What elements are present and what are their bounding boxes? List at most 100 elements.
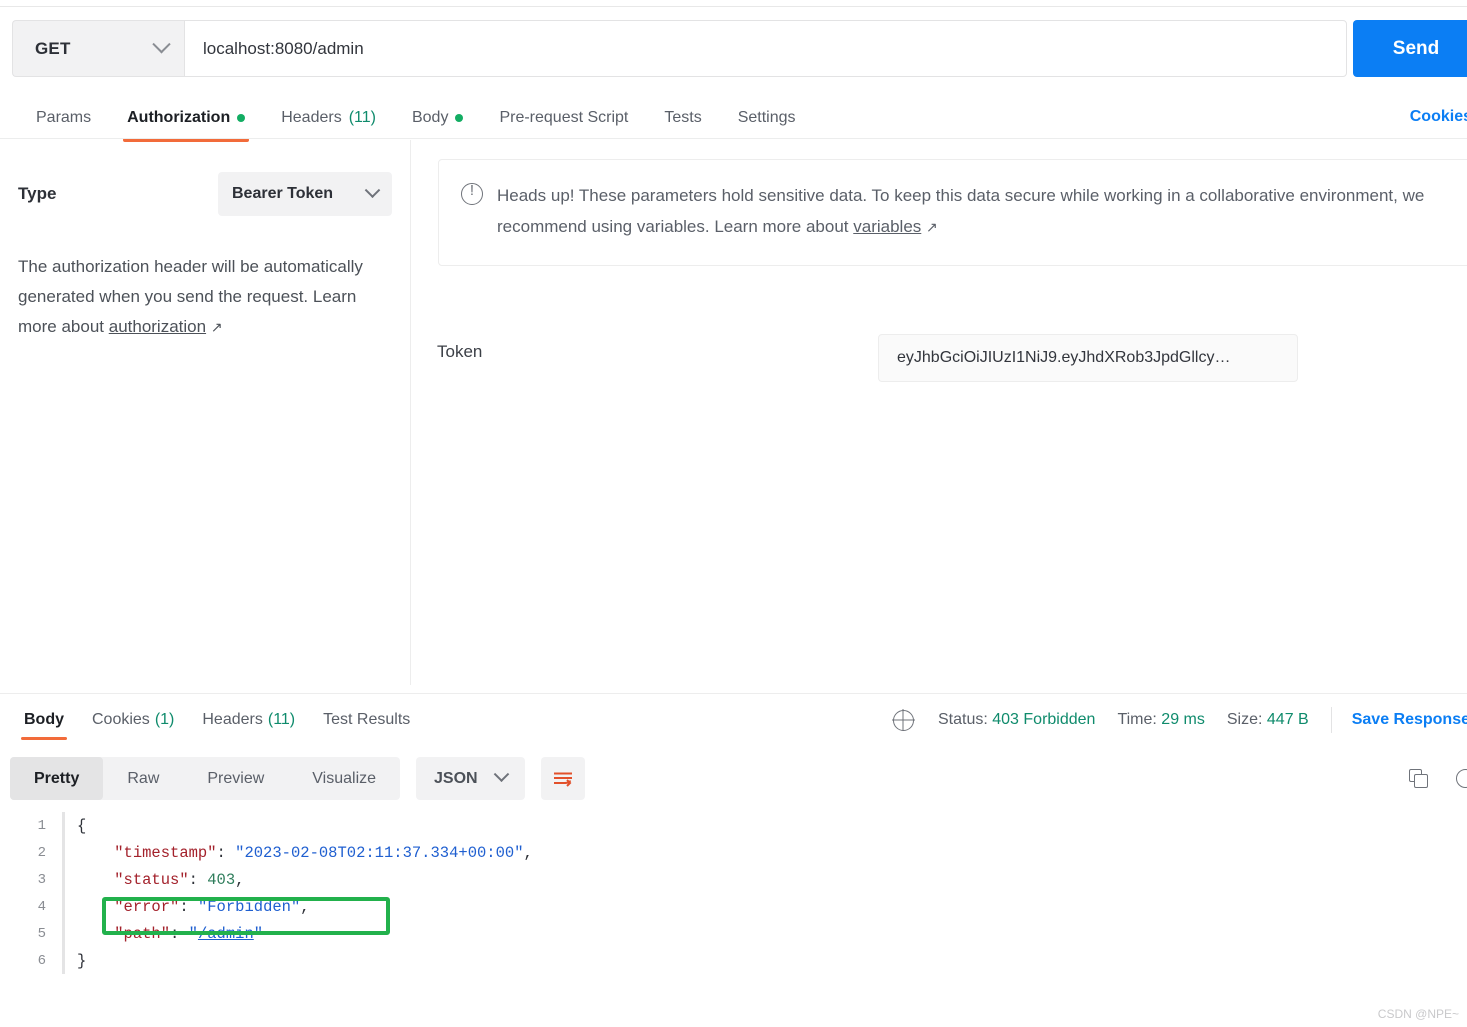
- authorization-docs-link[interactable]: authorization: [109, 317, 206, 336]
- time-value: 29 ms: [1161, 711, 1205, 728]
- request-tabs-divider: [0, 138, 1467, 139]
- line-number: 5: [37, 925, 46, 942]
- tab-tests-label: Tests: [664, 109, 702, 126]
- chevron-down-icon: [493, 766, 509, 783]
- auth-description: The authorization header will be automat…: [18, 252, 392, 342]
- body-view-toolbar: Pretty Raw Preview Visualize JSON: [10, 757, 585, 800]
- modified-dot-icon: [455, 114, 464, 122]
- tab-authorization-label: Authorization: [127, 109, 231, 126]
- globe-icon: [892, 709, 914, 731]
- time-badge: Time: 29 ms: [1117, 711, 1204, 729]
- code-line: 4 "error": "Forbidden",: [0, 893, 1467, 920]
- authorization-right-pane: Heads up! These parameters hold sensitiv…: [410, 140, 1467, 685]
- external-link-icon: ↗: [210, 319, 223, 335]
- body-view-segmented-control: Pretty Raw Preview Visualize: [10, 757, 401, 800]
- line-number: 2: [37, 844, 46, 861]
- http-method-value: GET: [35, 38, 71, 58]
- token-label: Token: [437, 342, 483, 361]
- code-text: }: [77, 951, 87, 970]
- tab-pre-request-script[interactable]: Pre-request Script: [481, 96, 646, 140]
- response-tab-cookies-count: (1): [154, 711, 175, 728]
- url-bar: GET localhost:8080/admin: [12, 20, 1347, 77]
- sensitive-data-notice: Heads up! These parameters hold sensitiv…: [438, 159, 1467, 266]
- notice-text: Heads up! These parameters hold sensitiv…: [497, 180, 1467, 243]
- response-tab-body[interactable]: Body: [10, 694, 78, 746]
- chevron-down-icon: [152, 35, 171, 54]
- tab-headers[interactable]: Headers (11): [263, 96, 394, 140]
- body-view-preview[interactable]: Preview: [183, 757, 288, 800]
- watermark: CSDN @NPE~: [1377, 1007, 1459, 1021]
- line-number: 6: [37, 952, 46, 969]
- response-meta: Status: 403 Forbidden Time: 29 ms Size: …: [892, 694, 1467, 746]
- tab-pre-request-script-label: Pre-request Script: [499, 109, 629, 126]
- wrap-lines-icon: [553, 772, 572, 787]
- response-tab-headers[interactable]: Headers (11): [188, 694, 309, 746]
- postman-window: GET localhost:8080/admin Send Params Aut…: [0, 0, 1467, 1027]
- tab-body-label: Body: [411, 109, 449, 126]
- token-input[interactable]: eyJhbGciOiJIUzI1NiJ9.eyJhdXRob3JpdGllcy…: [878, 334, 1298, 382]
- body-view-visualize[interactable]: Visualize: [288, 757, 400, 800]
- copy-icon[interactable]: [1409, 769, 1428, 788]
- response-tab-cookies[interactable]: Cookies (1): [78, 694, 188, 746]
- request-tabs: Params Authorization Headers (11) Body P…: [0, 96, 1467, 142]
- tab-body[interactable]: Body: [394, 96, 481, 140]
- tab-tests[interactable]: Tests: [646, 96, 719, 140]
- send-button[interactable]: Send: [1353, 20, 1467, 77]
- code-line: 2 "timestamp": "2023-02-08T02:11:37.334+…: [0, 839, 1467, 866]
- response-body-code[interactable]: 1{2 "timestamp": "2023-02-08T02:11:37.33…: [0, 812, 1467, 992]
- tab-settings[interactable]: Settings: [720, 96, 814, 140]
- cookies-link[interactable]: Cookies: [1410, 108, 1467, 126]
- tab-params[interactable]: Params: [18, 96, 109, 140]
- token-row: Token eyJhbGciOiJIUzI1NiJ9.eyJhdXRob3Jpd…: [428, 334, 1467, 382]
- variables-docs-link[interactable]: variables: [853, 217, 921, 236]
- code-text: "path": "/admin": [114, 924, 264, 943]
- response-tab-test-results-label: Test Results: [323, 711, 411, 728]
- authorization-left-pane: Type Bearer Token The authorization head…: [0, 140, 410, 685]
- auth-type-select[interactable]: Bearer Token: [218, 172, 392, 216]
- tab-authorization[interactable]: Authorization: [109, 96, 263, 142]
- modified-dot-icon: [237, 114, 246, 122]
- response-tab-test-results[interactable]: Test Results: [309, 694, 424, 746]
- size-label: Size:: [1226, 711, 1263, 728]
- time-label: Time:: [1117, 711, 1157, 728]
- size-value: 447 B: [1266, 711, 1309, 728]
- line-number: 1: [37, 817, 46, 834]
- http-method-select[interactable]: GET: [12, 20, 184, 77]
- token-value: eyJhbGciOiJIUzI1NiJ9.eyJhdXRob3JpdGllcy…: [897, 349, 1231, 366]
- response-tab-body-label: Body: [24, 711, 64, 728]
- search-icon[interactable]: [1456, 769, 1467, 788]
- tab-settings-label: Settings: [737, 109, 796, 126]
- chevron-down-icon: [364, 181, 381, 198]
- status-value: 403 Forbidden: [992, 711, 1096, 728]
- tab-params-label: Params: [36, 109, 92, 126]
- size-badge: Size: 447 B: [1227, 711, 1309, 729]
- code-line: 1{: [0, 812, 1467, 839]
- response-tab-headers-label: Headers: [202, 711, 263, 728]
- status-label: Status:: [937, 711, 988, 728]
- external-link-icon: ↗: [926, 219, 938, 235]
- top-divider: [0, 6, 1467, 7]
- auth-type-value: Bearer Token: [232, 185, 334, 202]
- code-text: "status": 403,: [114, 870, 245, 889]
- tab-headers-label: Headers: [281, 109, 342, 126]
- line-number: 4: [37, 898, 46, 915]
- wrap-lines-button[interactable]: [540, 757, 585, 800]
- auth-type-label: Type: [18, 184, 57, 203]
- line-number: 3: [37, 871, 46, 888]
- code-line: 6}: [0, 947, 1467, 974]
- notice-body: Heads up! These parameters hold sensitiv…: [497, 186, 1425, 236]
- url-input[interactable]: localhost:8080/admin: [184, 20, 1347, 77]
- body-format-select[interactable]: JSON: [416, 757, 525, 800]
- body-view-raw[interactable]: Raw: [103, 757, 183, 800]
- status-badge: Status: 403 Forbidden: [938, 711, 1095, 729]
- code-line: 3 "status": 403,: [0, 866, 1467, 893]
- response-tab-headers-count: (11): [267, 711, 296, 728]
- body-view-pretty[interactable]: Pretty: [10, 757, 104, 800]
- info-circle-icon: [461, 182, 483, 205]
- meta-divider: [1330, 707, 1332, 733]
- save-response-button[interactable]: Save Response: [1352, 711, 1467, 729]
- code-line: 5 "path": "/admin": [0, 920, 1467, 947]
- code-text: "timestamp": "2023-02-08T02:11:37.334+00…: [114, 843, 533, 862]
- response-tab-cookies-label: Cookies: [92, 711, 150, 728]
- url-value: localhost:8080/admin: [203, 38, 364, 58]
